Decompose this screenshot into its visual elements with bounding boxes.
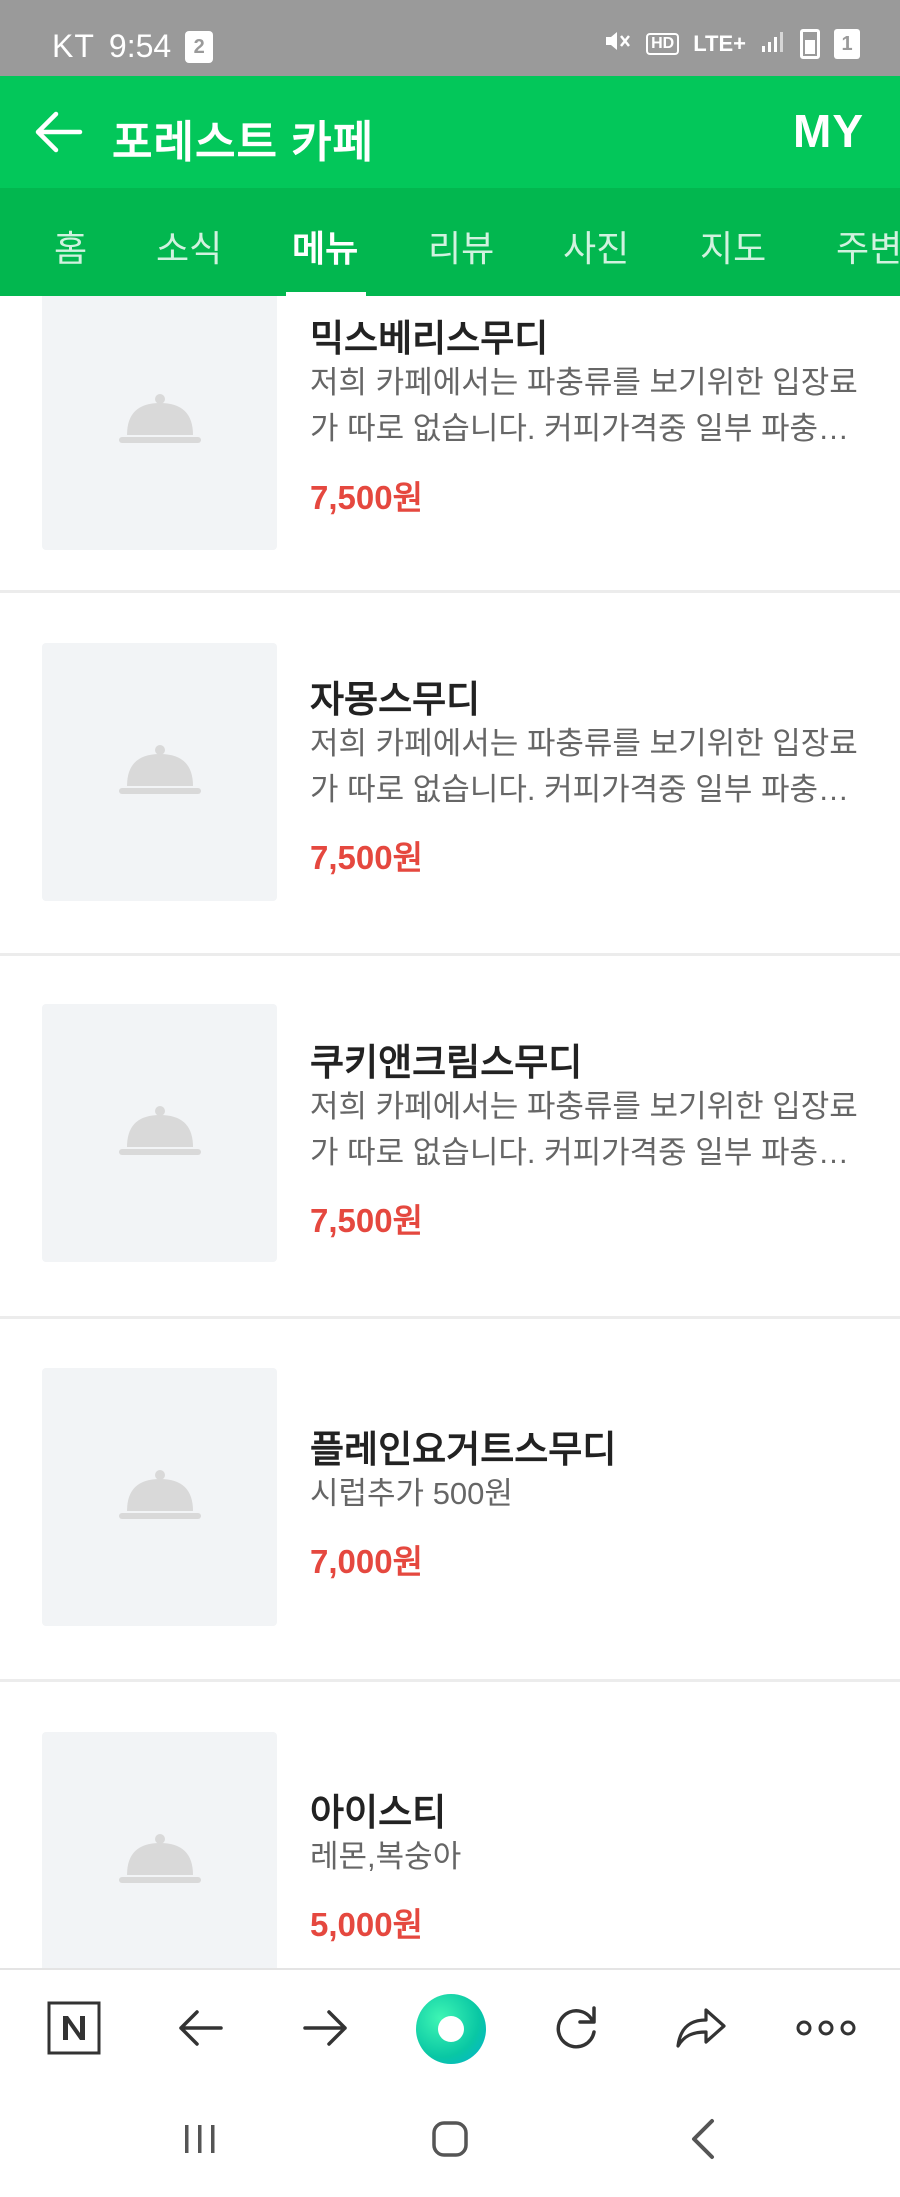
menu-item-price: 7,500원 <box>310 839 423 876</box>
menu-item-image <box>42 1732 277 1968</box>
menu-item[interactable]: 믹스베리스무디 저희 카페에서는 파충류를 보기위한 입장료 가 따로 없습니다… <box>0 296 900 593</box>
more-icon <box>796 2020 856 2036</box>
system-navigation-bar <box>0 2084 900 2197</box>
sim-indicator-icon: 2 <box>185 30 214 63</box>
refresh-icon <box>556 2006 596 2049</box>
signal-icon <box>760 28 786 60</box>
status-bar: KT 9:54 2 HD LTE+ 1 <box>0 0 900 76</box>
description-line: 레몬,복숭아 <box>310 1839 462 1874</box>
chevron-left-icon <box>692 2119 714 2159</box>
menu-item[interactable]: 자몽스무디 저희 카페에서는 파충류를 보기위한 입장료 가 따로 없습니다. … <box>0 593 900 956</box>
app-header: 포레스트 카페 MY <box>0 76 900 188</box>
refresh-button[interactable] <box>542 1994 610 2062</box>
recent-apps-icon <box>185 2125 215 2153</box>
menu-item-image <box>42 1004 277 1262</box>
home-button[interactable] <box>420 2114 480 2164</box>
status-left: KT 9:54 2 <box>52 28 214 65</box>
arrow-right-icon <box>303 2010 347 2046</box>
clock: 9:54 <box>108 28 172 64</box>
tab-news[interactable]: 소식 <box>156 220 222 272</box>
page-title: 포레스트 카페 <box>112 118 375 167</box>
browser-forward-button[interactable] <box>292 1994 360 2062</box>
menu-item-image <box>42 296 277 550</box>
green-dot-icon <box>438 2016 464 2042</box>
menu-item-price: 5,000원 <box>310 1906 423 1943</box>
description-line: 가 따로 없습니다. 커피가격중 일부 파충류... <box>310 772 870 807</box>
menu-item-image <box>42 643 277 901</box>
menu-item-price: 7,000원 <box>310 1543 423 1580</box>
menu-item-description: 시럽추가 500원 <box>310 1471 870 1517</box>
share-button[interactable] <box>668 1994 736 2062</box>
arrow-left-icon <box>179 2010 223 2046</box>
menu-item[interactable]: 아이스티 레몬,복숭아 5,000원 <box>0 1682 900 1968</box>
menu-list: 믹스베리스무디 저희 카페에서는 파충류를 보기위한 입장료 가 따로 없습니다… <box>0 296 900 1968</box>
battery-icon <box>800 29 820 59</box>
description-line: 저희 카페에서는 파충류를 보기위한 입장료 <box>310 365 858 400</box>
tab-nearby[interactable]: 주변 <box>836 220 900 272</box>
menu-item-description: 저희 카페에서는 파충류를 보기위한 입장료 가 따로 없습니다. 커피가격중 … <box>310 360 870 452</box>
menu-item-price: 7,500원 <box>310 1202 423 1239</box>
naver-home-button[interactable] <box>40 1994 108 2062</box>
tab-home[interactable]: 홈 <box>54 220 87 272</box>
recent-apps-button[interactable] <box>170 2114 230 2164</box>
tab-map[interactable]: 지도 <box>700 220 766 272</box>
more-button[interactable] <box>792 1994 860 2062</box>
hd-icon: HD <box>646 33 680 55</box>
food-cloche-icon <box>118 1106 201 1155</box>
green-dot-button[interactable] <box>416 1994 486 2064</box>
back-button[interactable] <box>28 104 88 160</box>
menu-item-price: 7,500원 <box>310 479 423 516</box>
tab-menu[interactable]: 메뉴 <box>292 220 358 272</box>
menu-item[interactable]: 쿠키앤크림스무디 저희 카페에서는 파충류를 보기위한 입장료 가 따로 없습니… <box>0 956 900 1319</box>
food-cloche-icon <box>118 394 201 443</box>
menu-item-image <box>42 1368 277 1626</box>
system-back-button[interactable] <box>674 2114 734 2164</box>
food-cloche-icon <box>118 1470 201 1519</box>
naver-n-icon <box>47 2001 101 2055</box>
tab-photos[interactable]: 사진 <box>563 220 629 272</box>
mute-icon <box>602 26 632 62</box>
food-cloche-icon <box>118 745 201 794</box>
food-cloche-icon <box>118 1834 201 1883</box>
network-type: LTE+ <box>693 31 746 56</box>
tab-bar: 홈 소식 메뉴 리뷰 사진 지도 주변 <box>0 188 900 296</box>
description-line: 가 따로 없습니다. 커피가격중 일부 파충류... <box>310 411 870 446</box>
description-line: 시럽추가 500원 <box>310 1476 513 1511</box>
carrier-label: KT <box>52 28 95 64</box>
arrow-left-icon <box>35 111 83 153</box>
browser-toolbar <box>0 1968 900 2084</box>
menu-item-name: 믹스베리스무디 <box>310 318 549 359</box>
menu-item-name: 쿠키앤크림스무디 <box>310 1042 583 1083</box>
browser-back-button[interactable] <box>166 1994 234 2062</box>
menu-item-name: 자몽스무디 <box>310 679 481 720</box>
sim-slot-icon: 1 <box>834 29 860 59</box>
menu-item[interactable]: 플레인요거트스무디 시럽추가 500원 7,000원 <box>0 1319 900 1682</box>
description-line: 가 따로 없습니다. 커피가격중 일부 파충류... <box>310 1135 870 1170</box>
home-icon <box>432 2121 468 2157</box>
share-icon <box>676 2008 726 2048</box>
menu-item-description: 저희 카페에서는 파충류를 보기위한 입장료 가 따로 없습니다. 커피가격중 … <box>310 721 870 813</box>
description-line: 저희 카페에서는 파충류를 보기위한 입장료 <box>310 726 858 761</box>
description-line: 저희 카페에서는 파충류를 보기위한 입장료 <box>310 1089 858 1124</box>
menu-item-name: 플레인요거트스무디 <box>310 1429 617 1470</box>
menu-item-description: 레몬,복숭아 <box>310 1834 870 1880</box>
menu-item-name: 아이스티 <box>310 1792 447 1833</box>
my-button[interactable]: MY <box>793 104 864 158</box>
tab-reviews[interactable]: 리뷰 <box>428 220 494 272</box>
status-right: HD LTE+ 1 <box>602 26 860 62</box>
menu-item-description: 저희 카페에서는 파충류를 보기위한 입장료 가 따로 없습니다. 커피가격중 … <box>310 1084 870 1176</box>
